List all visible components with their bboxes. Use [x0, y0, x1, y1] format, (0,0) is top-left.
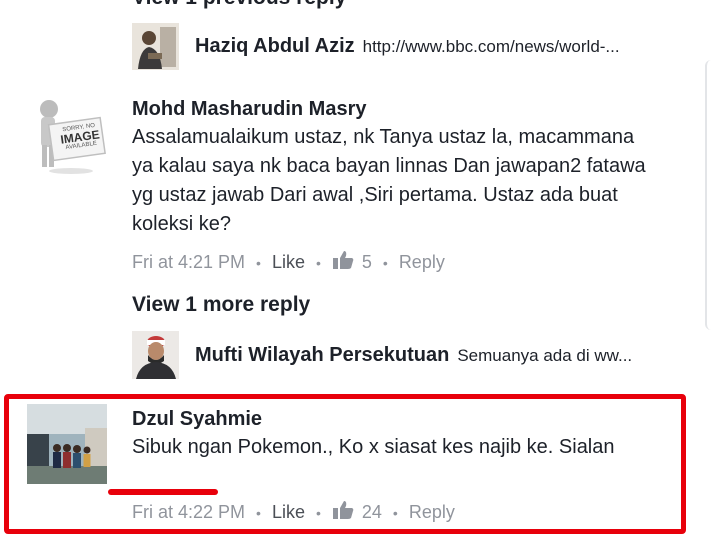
- like-count[interactable]: 5: [362, 252, 372, 273]
- commenter-name[interactable]: Mohd Masharudin Masry: [132, 98, 366, 121]
- like-button[interactable]: Like: [272, 252, 305, 273]
- comment-text: Assalamualaikum ustaz, nk Tanya ustaz la…: [132, 126, 646, 235]
- avatar[interactable]: [132, 331, 179, 379]
- comment-actions: Fri at 4:21 PM • Like • 5 • Reply: [132, 250, 445, 275]
- commenter-name[interactable]: Mufti Wilayah Persekutuan: [195, 344, 449, 367]
- underline-annotation: [108, 489, 218, 495]
- highlight-annotation-box: [4, 394, 686, 534]
- reply-button[interactable]: Reply: [399, 252, 445, 273]
- view-more-replies-link[interactable]: View 1 more reply: [132, 293, 310, 317]
- reply-snippet[interactable]: http://www.bbc.com/news/world-...: [363, 37, 620, 57]
- avatar[interactable]: [132, 23, 179, 70]
- comment-timestamp[interactable]: Fri at 4:21 PM: [132, 252, 245, 273]
- thumbs-up-icon[interactable]: [332, 250, 354, 275]
- commenter-name[interactable]: Haziq Abdul Aziz: [195, 35, 355, 58]
- view-previous-reply-link[interactable]: View 1 previous reply: [132, 0, 346, 10]
- avatar[interactable]: SORRY, NO IMAGE AVAILABLE: [27, 95, 113, 175]
- scrollbar-track[interactable]: [705, 60, 713, 330]
- reply-item: Haziq Abdul Aziz http://www.bbc.com/news…: [195, 35, 620, 58]
- reply-item: Mufti Wilayah Persekutuan Semuanya ada d…: [195, 344, 632, 367]
- reply-snippet[interactable]: Semuanya ada di ww...: [457, 346, 632, 366]
